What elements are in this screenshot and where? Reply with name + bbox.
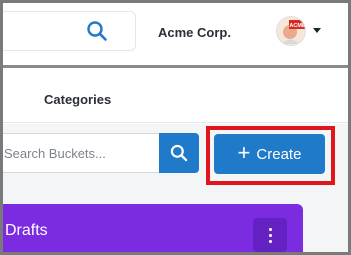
bucket-search-button[interactable] xyxy=(159,133,199,173)
avatar-badge-text: ACME xyxy=(289,23,306,29)
window-frame: Acme Corp. ACME Categories + xyxy=(0,0,351,255)
plus-icon: + xyxy=(237,140,251,165)
caret-down-icon[interactable] xyxy=(312,27,322,35)
bucket-card[interactable]: Drafts xyxy=(3,204,303,252)
company-name[interactable]: Acme Corp. xyxy=(158,25,231,40)
global-search-button[interactable] xyxy=(83,17,111,45)
main-content: + Create Drafts xyxy=(3,124,348,252)
global-search-field[interactable] xyxy=(3,11,136,51)
top-header: Acme Corp. ACME xyxy=(3,3,348,65)
navigation-bar: Categories xyxy=(3,68,348,123)
bucket-title: Drafts xyxy=(5,222,48,239)
nav-categories[interactable]: Categories xyxy=(44,92,111,107)
avatar-image: ACME xyxy=(277,17,306,45)
kebab-menu-icon[interactable] xyxy=(253,218,287,252)
bucket-search-input[interactable] xyxy=(3,133,159,173)
search-icon xyxy=(87,21,107,41)
create-button[interactable]: + Create xyxy=(214,134,325,174)
avatar[interactable]: ACME xyxy=(276,16,306,46)
create-button-label: Create xyxy=(256,145,302,163)
search-icon xyxy=(170,144,188,162)
